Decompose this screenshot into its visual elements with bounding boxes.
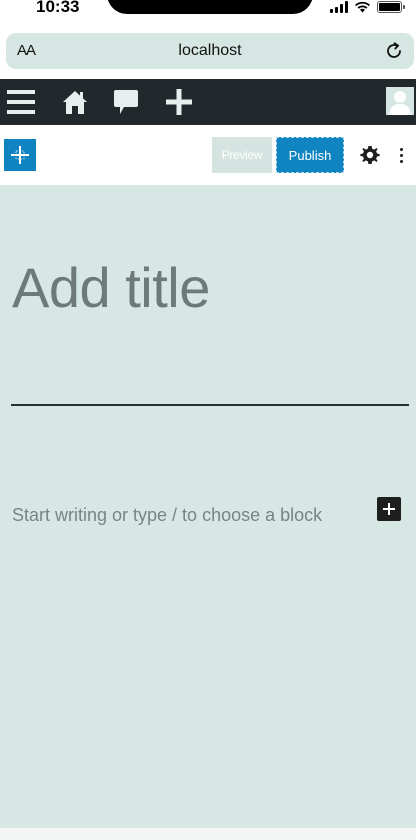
comments-icon xyxy=(114,90,138,114)
add-block-button[interactable] xyxy=(377,497,401,521)
bottom-strip xyxy=(0,828,416,840)
block-inserter-button[interactable] xyxy=(4,139,36,171)
publish-button[interactable]: Publish xyxy=(276,137,344,173)
more-dots-icon xyxy=(399,147,403,151)
plus-icon xyxy=(383,503,395,515)
more-options-button[interactable] xyxy=(393,143,409,167)
home-icon xyxy=(63,91,87,114)
new-content-icon xyxy=(166,89,192,115)
site-home-button[interactable] xyxy=(60,79,90,125)
new-content-button[interactable] xyxy=(164,79,194,125)
menu-toggle-button[interactable] xyxy=(4,79,38,125)
post-title-input[interactable]: Add title xyxy=(12,255,210,320)
cellular-signal-icon xyxy=(330,1,348,13)
editor-canvas: Add title Start writing or type / to cho… xyxy=(0,185,416,828)
battery-icon xyxy=(377,1,405,13)
plus-icon xyxy=(11,146,29,164)
status-bar: 10:33 xyxy=(0,0,416,28)
block-placeholder[interactable]: Start writing or type / to choose a bloc… xyxy=(12,505,322,526)
comments-button[interactable] xyxy=(112,79,140,125)
device-notch xyxy=(107,0,313,14)
editor-header: Preview Publish xyxy=(0,125,416,185)
reload-icon[interactable] xyxy=(384,41,404,61)
admin-bar xyxy=(0,79,416,125)
gear-icon[interactable] xyxy=(358,143,382,167)
url-text[interactable]: localhost xyxy=(6,42,414,60)
status-time: 10:33 xyxy=(36,0,80,16)
status-icons xyxy=(330,0,405,14)
menu-icon xyxy=(7,90,35,114)
user-silhouette-icon xyxy=(389,91,411,115)
preview-button[interactable]: Preview xyxy=(212,137,272,173)
title-underline xyxy=(11,404,409,406)
user-avatar[interactable] xyxy=(386,87,414,115)
wifi-icon xyxy=(355,1,370,13)
address-bar[interactable]: AA localhost xyxy=(6,33,414,69)
